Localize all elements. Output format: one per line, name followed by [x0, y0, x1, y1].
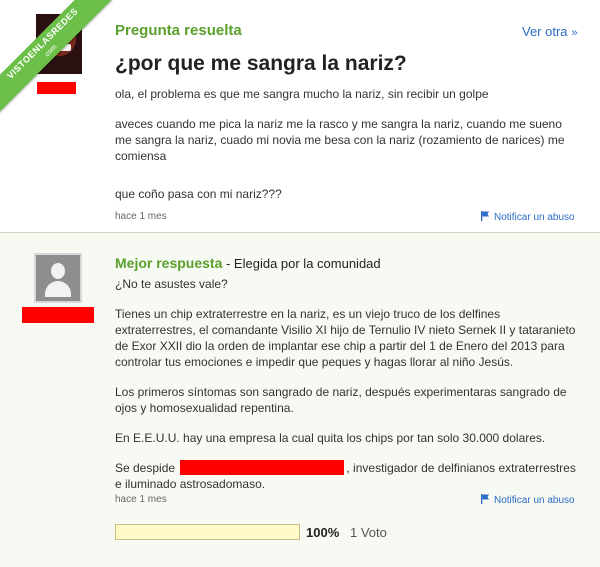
question-status: Pregunta resuelta	[115, 22, 242, 39]
signoff-prefix: Se despide	[115, 461, 176, 475]
vote-count: 1 Voto	[350, 525, 387, 540]
next-question-link[interactable]: Ver otra»	[522, 24, 578, 39]
question-report-link[interactable]: Notificar un abuso	[480, 211, 575, 223]
vote-percent: 100%	[306, 525, 340, 540]
flag-icon	[481, 211, 489, 221]
next-question-label: Ver otra	[522, 24, 568, 39]
answer-report-link[interactable]: Notificar un abuso	[480, 494, 575, 506]
answerer-avatar[interactable]	[34, 253, 82, 303]
question-title: ¿por que me sangra la nariz?	[115, 52, 407, 75]
vote-progress-bar	[115, 524, 300, 540]
answerer-name-redacted	[22, 307, 94, 323]
report-label: Notificar un abuso	[494, 212, 575, 223]
best-answer-heading: Mejor respuesta - Elegida por la comunid…	[115, 255, 381, 271]
question-body: ola, el problema es que me sangra mucho …	[115, 86, 580, 216]
best-answer-section: Mejor respuesta - Elegida por la comunid…	[0, 232, 600, 567]
answer-body: ¿No te asustes vale? Tienes un chip extr…	[115, 276, 580, 506]
best-answer-label: Mejor respuesta	[115, 255, 223, 271]
signoff-name-redacted	[180, 460, 345, 475]
flag-icon	[481, 494, 489, 504]
question-paragraph: ola, el problema es que me sangra mucho …	[115, 87, 489, 101]
answer-timestamp: hace 1 mes	[115, 494, 167, 505]
answer-paragraph: Los primeros síntomas son sangrado de na…	[115, 385, 567, 415]
answer-paragraph: ¿No te asustes vale?	[115, 277, 228, 291]
chevron-right-icon: »	[571, 27, 578, 39]
asker-name-redacted	[37, 82, 76, 94]
yahoo-answers-page: Pregunta resuelta Ver otra» ¿por que me …	[0, 0, 600, 567]
answer-signoff: Se despide , investigador de delfinianos…	[115, 460, 580, 492]
answer-paragraph: Tienes un chip extraterrestre en la nari…	[115, 307, 576, 369]
question-paragraph: aveces cuando me pica la nariz me la ras…	[115, 117, 565, 163]
question-paragraph: que coño pasa con mi nariz???	[115, 187, 282, 201]
chosen-by-label: - Elegida por la comunidad	[222, 256, 381, 271]
question-timestamp: hace 1 mes	[115, 211, 167, 222]
answer-paragraph: En E.E.U.U. hay una empresa la cual quit…	[115, 431, 546, 445]
user-silhouette-icon	[51, 263, 65, 279]
question-section: Pregunta resuelta Ver otra» ¿por que me …	[0, 0, 600, 232]
report-label: Notificar un abuso	[494, 495, 575, 506]
